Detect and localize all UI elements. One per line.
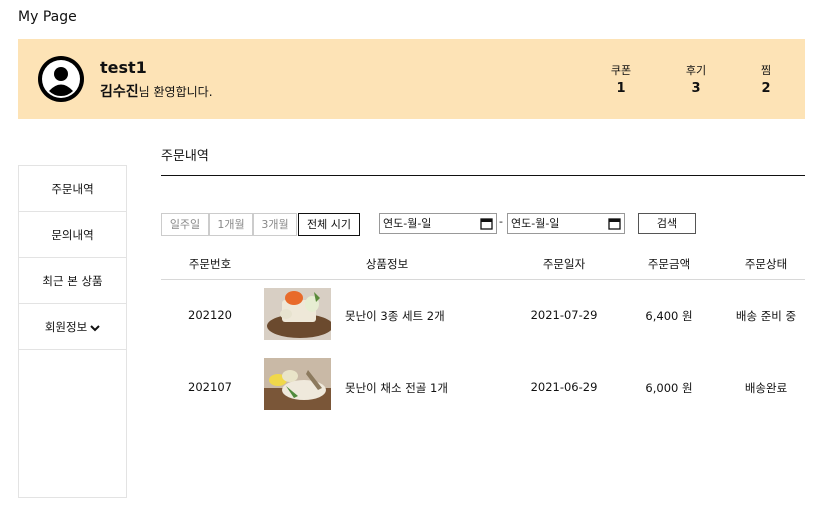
sidebar-item-label: 문의내역: [51, 228, 94, 242]
stat-wishlist[interactable]: 찜 2: [736, 62, 796, 96]
column-header-status: 주문상태: [744, 257, 788, 271]
date-start-input[interactable]: 연도-월-일: [379, 213, 497, 234]
period-3month-button[interactable]: 3개월: [253, 213, 297, 236]
product-name[interactable]: 못난이 채소 전골 1개: [345, 380, 448, 396]
order-status: 배송완료: [744, 381, 788, 395]
period-1month-button[interactable]: 1개월: [209, 213, 253, 236]
search-button[interactable]: 검색: [638, 213, 696, 234]
product-thumbnail[interactable]: [264, 358, 331, 410]
order-amount: 6,400 원: [645, 309, 693, 323]
welcome-suffix: 님 환영합니다.: [138, 85, 213, 99]
order-number: 202107: [188, 380, 232, 394]
calendar-icon[interactable]: [608, 217, 621, 230]
user-name: 김수진: [100, 84, 139, 100]
user-id: test1: [100, 58, 147, 77]
page-title: My Page: [18, 9, 77, 25]
date-separator: -: [499, 215, 503, 228]
sidebar-item-orders[interactable]: 주문내역: [19, 166, 126, 212]
column-header-product: 상품정보: [365, 257, 409, 271]
stat-value: 2: [761, 81, 771, 96]
stat-review[interactable]: 후기 3: [666, 62, 726, 96]
column-header-date: 주문일자: [542, 257, 586, 271]
sidebar-menu: 주문내역 문의내역 최근 본 상품 회원정보: [18, 165, 127, 498]
date-end-input[interactable]: 연도-월-일: [507, 213, 625, 234]
welcome-text: 김수진님 환영합니다.: [100, 81, 213, 101]
order-number: 202120: [188, 308, 232, 322]
period-1week-button[interactable]: 일주일: [161, 213, 209, 236]
period-all-button[interactable]: 전체 시기: [298, 213, 360, 236]
date-placeholder: 연도-월-일: [383, 217, 432, 230]
stat-coupon[interactable]: 쿠폰 1: [591, 62, 651, 96]
sidebar-item-label: 최근 본 상품: [42, 274, 103, 288]
sidebar-item-inquiries[interactable]: 문의내역: [19, 212, 126, 258]
sidebar-item-member-info[interactable]: 회원정보: [19, 304, 126, 350]
order-status: 배송 준비 중: [735, 309, 797, 323]
section-title: 주문내역: [161, 149, 209, 164]
product-thumbnail[interactable]: [264, 288, 331, 340]
order-date: 2021-07-29: [530, 308, 598, 322]
stat-value: 3: [691, 81, 701, 96]
order-date: 2021-06-29: [530, 380, 598, 394]
sidebar-item-label: 주문내역: [51, 182, 94, 196]
column-header-order-no: 주문번호: [188, 257, 232, 271]
sidebar-item-recent[interactable]: 최근 본 상품: [19, 258, 126, 304]
section-divider: [161, 175, 805, 176]
table-header-divider: [161, 279, 805, 280]
stat-label: 찜: [760, 64, 772, 77]
sidebar-item-label: 회원정보: [44, 320, 88, 334]
stat-label: 후기: [685, 64, 707, 77]
stat-label: 쿠폰: [610, 64, 632, 77]
date-placeholder: 연도-월-일: [511, 217, 560, 230]
chevron-down-icon: [90, 324, 100, 331]
product-name[interactable]: 못난이 3종 세트 2개: [345, 308, 445, 324]
stat-value: 1: [616, 81, 626, 96]
order-amount: 6,000 원: [645, 381, 693, 395]
calendar-icon[interactable]: [480, 217, 493, 230]
column-header-amount: 주문금액: [647, 257, 691, 271]
user-avatar-icon: [38, 56, 84, 102]
profile-banner: test1 김수진님 환영합니다. 쿠폰 1 후기 3 찜 2: [18, 39, 805, 119]
